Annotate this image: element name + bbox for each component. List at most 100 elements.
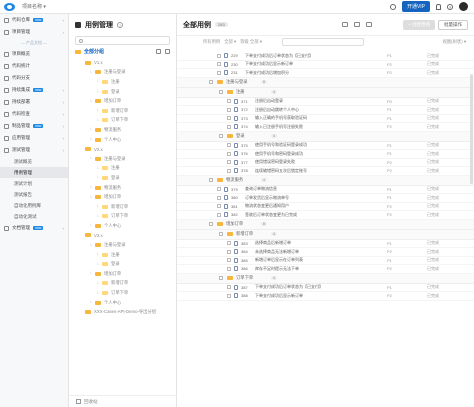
table-row[interactable]: 380 订单发货后显示物流单号 P1 已完成 bbox=[177, 194, 474, 203]
table-row[interactable]: 384 未选择商品无法新增订单 P2 已完成 bbox=[177, 248, 474, 257]
tree-node[interactable]: └ 订单下单 bbox=[69, 212, 176, 222]
table-row[interactable]: 231 下单支付成功后增加积分 P2 已完成 bbox=[177, 69, 474, 78]
row-checkbox[interactable] bbox=[217, 204, 221, 209]
sidebar-item[interactable]: 项目管理 › bbox=[0, 26, 68, 38]
tree-node[interactable]: └ 物流服务 bbox=[69, 125, 176, 135]
case-title[interactable]: 使用手机号和密码登录成功 bbox=[255, 151, 303, 157]
group-row[interactable]: 注册与登录 8 bbox=[177, 77, 474, 88]
table-row[interactable]: 376 使用手机号和密码登录成功 P1 已完成 bbox=[177, 150, 474, 159]
sidebar-item[interactable]: 持续集成 new › bbox=[0, 84, 68, 96]
row-checkbox[interactable] bbox=[217, 212, 221, 217]
row-checkbox[interactable] bbox=[227, 107, 231, 112]
tree-node[interactable]: V2.x bbox=[69, 144, 176, 154]
row-checkbox[interactable] bbox=[219, 232, 223, 236]
create-case-button[interactable]: + 创建用例 bbox=[403, 19, 435, 30]
search-icon[interactable] bbox=[389, 3, 396, 10]
row-checkbox[interactable] bbox=[217, 70, 221, 75]
case-title[interactable]: 未选择商品无法新增订单 bbox=[255, 249, 299, 255]
row-checkbox[interactable] bbox=[209, 178, 213, 182]
new-folder-icon[interactable] bbox=[156, 49, 161, 54]
case-title[interactable]: 订单发货后显示物流单号 bbox=[245, 195, 289, 201]
sidebar-item[interactable]: 代码分支 bbox=[0, 72, 68, 84]
tree-node[interactable]: └ 注册与登录 bbox=[69, 240, 176, 250]
table-row[interactable]: 371 注册后自动登录 P0 已完成 bbox=[177, 98, 474, 106]
sidebar-item[interactable]: 项目概览 bbox=[0, 48, 68, 60]
sidebar-item[interactable]: 文档管理 new › bbox=[0, 222, 68, 234]
case-title[interactable]: 注册后自动跳转个人中心 bbox=[255, 107, 299, 113]
tree-node[interactable]: V1.x bbox=[69, 58, 176, 68]
case-title[interactable]: 连续输错密码五次后锁定账号 bbox=[255, 168, 307, 174]
case-title[interactable]: 库存不足时提示无法下单 bbox=[255, 266, 299, 272]
table-row[interactable]: 229 下单支付成功后订单状态为【已支付】 P1 已完成 bbox=[177, 52, 474, 61]
view-mode-select[interactable]: 视图(树状) ▾ bbox=[443, 39, 466, 45]
table-row[interactable]: 374 输入已注册手机号注册失败 P2 已完成 bbox=[177, 123, 474, 132]
row-checkbox[interactable] bbox=[227, 293, 231, 298]
sidebar-subitem[interactable]: 测试报告 bbox=[0, 189, 68, 200]
group-row[interactable]: 物流服务 4 bbox=[177, 175, 474, 186]
table-row[interactable]: 383 选择商品后新增订单 P1 已完成 bbox=[177, 240, 474, 248]
tree-node[interactable]: └ 登录 bbox=[69, 173, 176, 183]
sidebar-subitem[interactable]: 用例管理 bbox=[0, 167, 68, 178]
row-checkbox[interactable] bbox=[227, 241, 231, 246]
case-title[interactable]: 签收后订单状态变更为已完成 bbox=[245, 212, 297, 218]
table-row[interactable]: 387 下单支付成功后订单状态为【已支付】 P1 已完成 bbox=[177, 284, 474, 292]
import-icon[interactable] bbox=[165, 49, 170, 54]
row-checkbox[interactable] bbox=[219, 134, 223, 138]
sidebar-subitem[interactable]: 测试概览 bbox=[0, 156, 68, 167]
project-selector[interactable]: 项目名称 ▾ bbox=[22, 3, 46, 10]
tree-node[interactable]: └ 增加订单 bbox=[69, 192, 176, 202]
case-title[interactable]: 查询订单物流信息 bbox=[245, 186, 277, 192]
bell-icon[interactable] bbox=[436, 3, 441, 10]
tree-node[interactable]: └ 个人中心 bbox=[69, 298, 176, 308]
sidebar-subitem[interactable]: 测试计划 bbox=[0, 178, 68, 189]
case-title[interactable]: 物流状态变更后通知用户 bbox=[245, 203, 289, 209]
tree-node[interactable]: └ 订单下单 bbox=[69, 288, 176, 298]
row-checkbox[interactable] bbox=[217, 53, 221, 58]
import-icon[interactable] bbox=[365, 22, 372, 27]
row-checkbox[interactable] bbox=[227, 168, 231, 173]
table-row[interactable]: 375 使用手机号和验证码登录成功 P1 已完成 bbox=[177, 142, 474, 150]
table-row[interactable]: 373 输入正确的手机号获取验证码 P1 已完成 bbox=[177, 115, 474, 123]
table-row[interactable]: 385 新增订单后显示在订单列表 P1 已完成 bbox=[177, 257, 474, 265]
case-title[interactable]: 输入正确的手机号获取验证码 bbox=[255, 115, 307, 121]
case-title[interactable]: 下单支付成功后显示新订单 bbox=[245, 61, 293, 67]
table-row[interactable]: 378 连续输错密码五次后锁定账号 P2 已完成 bbox=[177, 167, 474, 176]
row-checkbox[interactable] bbox=[227, 151, 231, 156]
row-checkbox[interactable] bbox=[227, 249, 231, 254]
tree-node[interactable]: └ 物流服务 bbox=[69, 183, 176, 193]
tree-node[interactable]: V3.x bbox=[69, 231, 176, 241]
case-title[interactable]: 使用手机号和验证码登录成功 bbox=[255, 142, 307, 148]
tree-node[interactable]: └ 个人中心 bbox=[69, 135, 176, 145]
vip-button[interactable]: 开通VIP bbox=[401, 1, 430, 12]
case-title[interactable]: 下单支付成功后订单状态为【已支付】 bbox=[255, 284, 323, 290]
row-checkbox[interactable] bbox=[227, 266, 231, 271]
table-row[interactable]: 381 物流状态变更后通知用户 P2 已完成 bbox=[177, 203, 474, 211]
group-row[interactable]: 新增订单 4 bbox=[177, 229, 474, 240]
sidebar-item[interactable]: 应用管理 › bbox=[0, 132, 68, 144]
help-icon[interactable]: ? bbox=[117, 22, 123, 28]
row-checkbox[interactable] bbox=[227, 99, 231, 104]
group-row[interactable]: 注册 4 bbox=[177, 87, 474, 98]
group-row[interactable]: 订单下单 4 bbox=[177, 273, 474, 284]
tree-root-all-groups[interactable]: 全部分组 bbox=[69, 45, 176, 58]
tree-node[interactable]: └ 增加订单 bbox=[69, 269, 176, 279]
row-checkbox[interactable] bbox=[227, 160, 231, 165]
row-checkbox[interactable] bbox=[219, 90, 223, 94]
filter-sort-status[interactable]: 全部 ▾ bbox=[224, 39, 236, 45]
filter-all[interactable]: 所有用例 bbox=[203, 39, 220, 45]
sidebar-item[interactable]: 测试管理 › bbox=[0, 144, 68, 156]
tree-node[interactable]: └ 注册与登录 bbox=[69, 154, 176, 164]
case-title[interactable]: 注册后自动登录 bbox=[255, 98, 283, 104]
group-row[interactable]: 增加订单 8 bbox=[177, 219, 474, 230]
row-checkbox[interactable] bbox=[209, 222, 213, 226]
tree-node[interactable]: └ 注册与登录 bbox=[69, 68, 176, 78]
scrollbar[interactable] bbox=[470, 74, 473, 184]
new-folder-icon[interactable] bbox=[353, 22, 360, 27]
tree-node[interactable]: └ 注册 bbox=[69, 250, 176, 260]
sidebar-item[interactable]: 制品管理 new › bbox=[0, 120, 68, 132]
tree-search-input[interactable] bbox=[75, 36, 170, 45]
table-row[interactable]: 388 下单支付成功后显示新订单 P2 已完成 bbox=[177, 292, 474, 301]
tree-node[interactable]: └ 登录 bbox=[69, 259, 176, 269]
table-row[interactable]: 377 使用错误密码登录失败 P2 已完成 bbox=[177, 159, 474, 167]
tree-node[interactable]: └ 注册 bbox=[69, 164, 176, 174]
